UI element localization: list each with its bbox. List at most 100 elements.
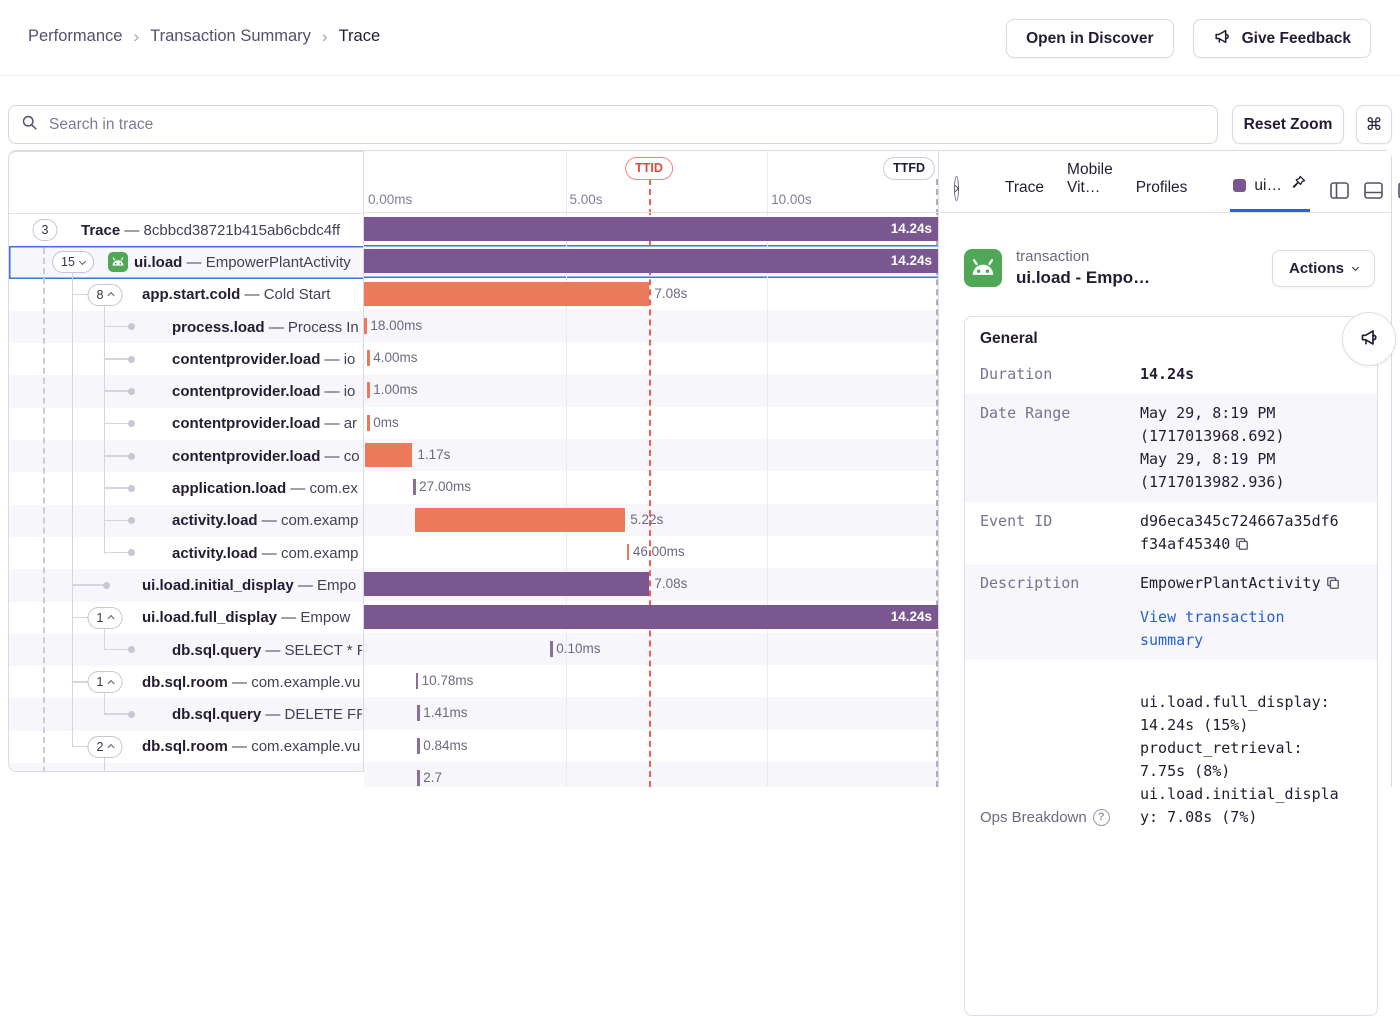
reset-zoom-button[interactable]: Reset Zoom [1232, 105, 1344, 144]
trace-tree-row[interactable]: 1ui.load.full_display — Empow [9, 602, 363, 634]
trace-tree-row[interactable]: contentprovider.load — ar [9, 408, 363, 440]
layout-left-icon[interactable] [1330, 182, 1349, 199]
give-feedback-button[interactable]: Give Feedback [1193, 19, 1371, 58]
ops-breakdown-item: product_retrieval: 7.75s (8%) [1140, 739, 1303, 780]
trace-tree-row[interactable]: application.load — com.ex [9, 472, 363, 504]
span-label-separator: — [228, 738, 251, 755]
tab-profiles[interactable]: Profiles [1136, 179, 1188, 212]
pin-icon[interactable] [1290, 174, 1307, 196]
expand-panel-icon[interactable] [954, 176, 959, 201]
trace-tree-row[interactable]: contentprovider.load — co [9, 440, 363, 472]
span-count: 1 [97, 675, 104, 689]
span-tick[interactable] [367, 382, 370, 398]
span-tick[interactable] [364, 318, 367, 334]
help-icon[interactable]: ? [1093, 809, 1110, 826]
trace-span-row[interactable]: 10.78ms [364, 665, 938, 697]
trace-span-row[interactable]: 27.00ms [364, 471, 938, 503]
search-input[interactable] [47, 115, 1205, 135]
trace-span-row[interactable]: 1.41ms [364, 697, 938, 729]
trace-tree-row[interactable]: ui.load.initial_display — Empo [9, 569, 363, 601]
trace-tree-row[interactable]: contentprovider.load — io [9, 343, 363, 375]
trace-tree-row[interactable]: db.sql.query — DELETE FR [9, 698, 363, 730]
view-transaction-summary-link[interactable]: View transaction summary [1140, 606, 1343, 652]
trace-span-row[interactable]: 46.00ms [364, 536, 938, 568]
trace-tree-row[interactable]: 2db.sql.room — com.example.vu [9, 731, 363, 763]
copy-icon[interactable] [1235, 537, 1249, 551]
trace-tree-row[interactable]: activity.load — com.examp [9, 505, 363, 537]
trace-span-row[interactable]: 14.24s [364, 245, 938, 277]
span-waterfall[interactable]: 14.24s14.24s7.08s18.00ms4.00ms1.00ms0ms1… [364, 151, 938, 787]
trace-span-row[interactable]: 7.08s [364, 568, 938, 600]
trace-span-row[interactable]: 0ms [364, 407, 938, 439]
span-tick[interactable] [367, 350, 370, 366]
breadcrumb-transaction-summary[interactable]: Transaction Summary [150, 27, 311, 46]
span-bar[interactable] [415, 508, 625, 532]
span-label-separator: — [228, 674, 251, 691]
trace-span-row[interactable]: 4.00ms [364, 342, 938, 374]
trace-tree-row[interactable]: 15ui.load — EmpowerPlantActivity [9, 246, 363, 278]
span-count-badge[interactable]: 8 [88, 284, 123, 306]
breadcrumb-performance[interactable]: Performance [28, 27, 122, 46]
tree-connector-line [104, 305, 105, 554]
span-op-label: activity.load [172, 545, 258, 562]
span-op-label: ui.load.initial_display [142, 577, 294, 594]
span-op-label: ui.load.full_display [142, 609, 277, 626]
feedback-fab-button[interactable] [1342, 312, 1396, 366]
trace-span-row[interactable]: 14.24s [364, 213, 938, 245]
span-bar[interactable]: 14.24s [364, 605, 938, 629]
trace-tree-row[interactable]: 3Trace — 8cbbcd38721b415ab6cbdc4ff [9, 214, 363, 246]
trace-span-row[interactable]: 1.00ms [364, 374, 938, 406]
ttfd-badge[interactable]: TTFD [883, 157, 935, 180]
span-bar[interactable] [364, 572, 649, 596]
span-count-badge[interactable]: 2 [88, 736, 123, 758]
trace-span-row[interactable]: 14.24s [364, 601, 938, 633]
tab-trace[interactable]: Trace [1005, 179, 1044, 212]
trace-span-row[interactable]: 2.7 [364, 762, 938, 787]
trace-span-row[interactable]: 0.84ms [364, 730, 938, 762]
trace-tree-row[interactable]: contentprovider.load — io [9, 375, 363, 407]
span-bar[interactable] [365, 443, 412, 467]
span-tick[interactable] [417, 705, 420, 721]
span-tick[interactable] [367, 415, 370, 431]
ttid-badge[interactable]: TTID [625, 157, 673, 180]
trace-tree-row[interactable]: process.load — Process In [9, 311, 363, 343]
trace-tree-row[interactable]: 8app.start.cold — Cold Start [9, 279, 363, 311]
span-tick[interactable] [627, 544, 630, 560]
actions-button[interactable]: Actions [1272, 250, 1375, 287]
tab-mobile-vitals[interactable]: Mobile Vit… [1067, 161, 1113, 212]
open-in-discover-button[interactable]: Open in Discover [1006, 19, 1173, 58]
span-duration-label: 10.78ms [422, 665, 474, 697]
span-tick[interactable] [417, 770, 420, 786]
span-count-badge[interactable]: 1 [88, 671, 123, 693]
span-count-badge[interactable]: 1 [88, 607, 123, 629]
command-shortcut-button[interactable]: ⌘ [1356, 105, 1392, 144]
search-icon [21, 114, 38, 136]
time-gridline [767, 151, 768, 787]
span-tick[interactable] [413, 479, 416, 495]
span-count-badge[interactable]: 15 [52, 251, 94, 273]
span-label-separator: — [277, 609, 300, 626]
trace-tree-row[interactable]: 1db.sql.room — com.example.vu [9, 666, 363, 698]
span-duration-label: 1.00ms [373, 374, 417, 406]
span-count-badge[interactable]: 3 [33, 219, 58, 241]
span-tick[interactable] [416, 673, 419, 689]
span-tick[interactable] [417, 738, 420, 754]
span-tick[interactable] [550, 641, 553, 657]
trace-tree-row[interactable]: db.sql.query — SELECT * F [9, 634, 363, 666]
tab-pinned-transaction[interactable]: ui… [1233, 174, 1307, 212]
breadcrumb-separator-icon: › [133, 28, 139, 45]
span-bar[interactable]: 14.24s [364, 249, 938, 273]
trace-span-row[interactable]: 1.17s [364, 439, 938, 471]
trace-span-row[interactable]: 18.00ms [364, 310, 938, 342]
span-bar[interactable] [364, 282, 649, 306]
trace-span-row[interactable]: 0.10ms [364, 633, 938, 665]
trace-tree-row[interactable]: db.sql.query — INSERT OR [9, 763, 363, 772]
trace-tree-row[interactable]: activity.load — com.examp [9, 537, 363, 569]
copy-icon[interactable] [1326, 576, 1340, 590]
search-box[interactable] [8, 105, 1218, 144]
trace-span-row[interactable]: 5.22s [364, 504, 938, 536]
tree-connector-dot [128, 356, 135, 363]
span-bar[interactable]: 14.24s [364, 217, 938, 241]
trace-span-row[interactable]: 7.08s [364, 278, 938, 310]
layout-bottom-icon[interactable] [1364, 182, 1383, 199]
